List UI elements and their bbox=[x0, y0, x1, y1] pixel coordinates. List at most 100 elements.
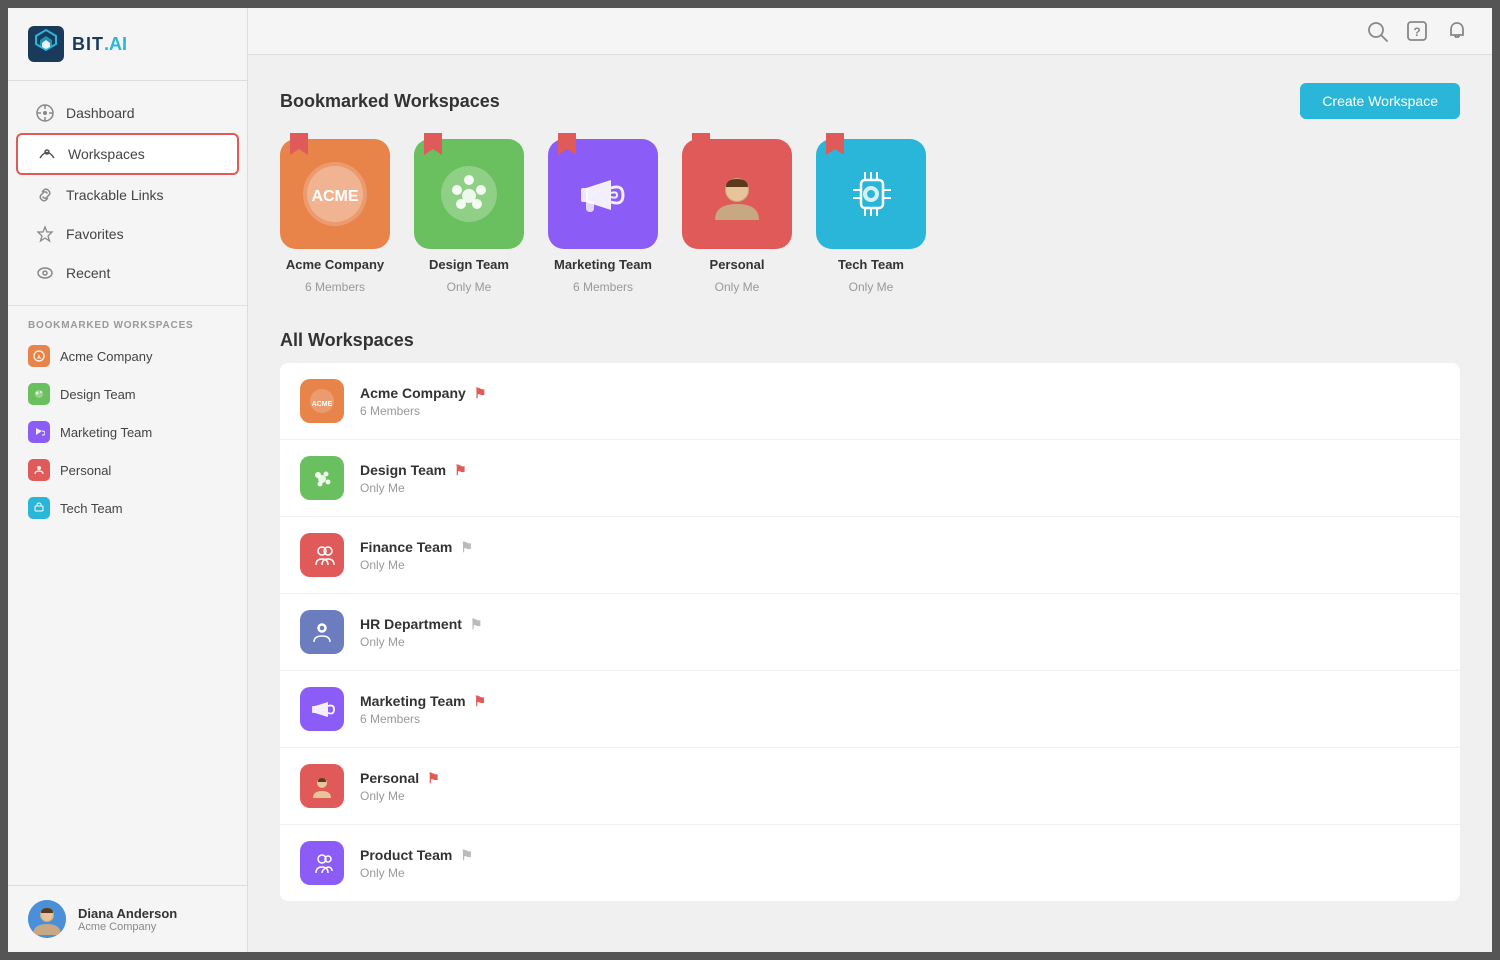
list-name-finance: Finance Team bbox=[360, 539, 452, 555]
bookmarked-title: Bookmarked Workspaces bbox=[280, 91, 500, 112]
card-design[interactable]: Design Team Only Me bbox=[414, 139, 524, 294]
list-name-hr: HR Department bbox=[360, 616, 462, 632]
list-item-design[interactable]: Design Team ⚑ Only Me bbox=[280, 440, 1460, 517]
card-design-icon bbox=[414, 139, 524, 249]
bookmarked-marketing-label: Marketing Team bbox=[60, 425, 152, 440]
sidebar-item-recent[interactable]: Recent bbox=[16, 254, 239, 292]
avatar-image bbox=[28, 900, 66, 938]
list-name-acme: Acme Company bbox=[360, 385, 466, 401]
sidebar-bookmarked-tech[interactable]: Tech Team bbox=[8, 489, 247, 527]
list-meta-finance: Only Me bbox=[360, 558, 1440, 572]
svg-text:?: ? bbox=[1413, 25, 1420, 39]
list-name-marketing: Marketing Team bbox=[360, 693, 466, 709]
card-tech-icon bbox=[816, 139, 926, 249]
bookmarked-section-title: BOOKMARKED WORKSPACES bbox=[8, 306, 247, 337]
sidebar-item-dashboard[interactable]: Dashboard bbox=[16, 94, 239, 132]
list-meta-product: Only Me bbox=[360, 866, 1440, 880]
list-icon-product bbox=[300, 841, 344, 885]
card-acme-meta: 6 Members bbox=[305, 280, 365, 294]
logo: BIT.AI bbox=[8, 8, 247, 81]
card-marketing-meta: 6 Members bbox=[573, 280, 633, 294]
list-item-acme[interactable]: ACME Acme Company ⚑ 6 Members bbox=[280, 363, 1460, 440]
acme-logo: ACME bbox=[300, 159, 370, 229]
workspaces-icon bbox=[38, 145, 56, 163]
list-meta-acme: 6 Members bbox=[360, 404, 1440, 418]
sidebar-item-favorites[interactable]: Favorites bbox=[16, 215, 239, 253]
workspace-content: Bookmarked Workspaces Create Workspace bbox=[248, 55, 1492, 929]
list-icon-marketing bbox=[300, 687, 344, 731]
sidebar-item-trackable-links[interactable]: Trackable Links bbox=[16, 176, 239, 214]
list-name-design: Design Team bbox=[360, 462, 446, 478]
list-name-product: Product Team bbox=[360, 847, 452, 863]
list-item-marketing[interactable]: Marketing Team ⚑ 6 Members bbox=[280, 671, 1460, 748]
bookmarked-personal-label: Personal bbox=[60, 463, 111, 478]
sidebar-item-workspaces[interactable]: Workspaces bbox=[16, 133, 239, 175]
personal-dot bbox=[28, 459, 50, 481]
bookmark-filled-design: ⚑ bbox=[454, 462, 467, 479]
card-marketing[interactable]: Marketing Team 6 Members bbox=[548, 139, 658, 294]
card-acme-icon: ACME bbox=[280, 139, 390, 249]
personal-avatar-icon bbox=[705, 162, 770, 227]
list-meta-hr: Only Me bbox=[360, 635, 1440, 649]
user-company: Acme Company bbox=[78, 921, 177, 933]
card-personal-meta: Only Me bbox=[715, 280, 760, 294]
create-workspace-button[interactable]: Create Workspace bbox=[1300, 83, 1460, 119]
card-personal-icon bbox=[682, 139, 792, 249]
tech-circuit-icon bbox=[839, 162, 904, 227]
bookmark-badge-tech bbox=[826, 133, 844, 155]
list-item-product[interactable]: Product Team ⚑ Only Me bbox=[280, 825, 1460, 901]
list-icon-finance bbox=[300, 533, 344, 577]
svg-text:ACME: ACME bbox=[311, 188, 358, 205]
acme-dot: A bbox=[28, 345, 50, 367]
list-name-personal: Personal bbox=[360, 770, 419, 786]
list-item-personal[interactable]: Personal ⚑ Only Me bbox=[280, 748, 1460, 825]
bookmark-empty-hr: ⚑ bbox=[470, 616, 483, 633]
bookmark-badge-design bbox=[424, 133, 442, 155]
user-profile[interactable]: Diana Anderson Acme Company bbox=[8, 885, 247, 952]
card-tech[interactable]: Tech Team Only Me bbox=[816, 139, 926, 294]
list-item-finance[interactable]: Finance Team ⚑ Only Me bbox=[280, 517, 1460, 594]
bookmark-filled-acme: ⚑ bbox=[474, 385, 487, 402]
sidebar-bookmarked-acme[interactable]: A Acme Company bbox=[8, 337, 247, 375]
card-personal[interactable]: Personal Only Me bbox=[682, 139, 792, 294]
search-icon[interactable] bbox=[1366, 20, 1388, 42]
help-icon[interactable]: ? bbox=[1406, 20, 1428, 42]
bookmarked-tech-label: Tech Team bbox=[60, 501, 123, 516]
svg-text:ACME: ACME bbox=[312, 401, 333, 408]
sidebar-navigation: Dashboard Workspaces Trackable Links bbox=[8, 81, 247, 306]
card-marketing-name: Marketing Team bbox=[554, 257, 652, 272]
card-design-meta: Only Me bbox=[447, 280, 492, 294]
card-design-name: Design Team bbox=[429, 257, 509, 272]
list-meta-personal: Only Me bbox=[360, 789, 1440, 803]
card-acme-name: Acme Company bbox=[286, 257, 384, 272]
bookmark-empty-finance: ⚑ bbox=[460, 539, 473, 556]
notification-icon[interactable] bbox=[1446, 20, 1468, 42]
logo-text-bit: BIT bbox=[72, 34, 104, 54]
bookmark-badge-marketing bbox=[558, 133, 576, 155]
top-bar: ? bbox=[248, 8, 1492, 55]
logo-text-ai: .AI bbox=[104, 34, 127, 54]
bookmark-filled-personal: ⚑ bbox=[427, 770, 440, 787]
bookmarked-workspaces-section: BOOKMARKED WORKSPACES A Acme Company Des… bbox=[8, 306, 247, 527]
sidebar-bookmarked-personal[interactable]: Personal bbox=[8, 451, 247, 489]
list-meta-design: Only Me bbox=[360, 481, 1440, 495]
card-personal-name: Personal bbox=[710, 257, 765, 272]
all-workspaces-list: ACME Acme Company ⚑ 6 Members bbox=[280, 363, 1460, 901]
sidebar-item-workspaces-label: Workspaces bbox=[68, 146, 145, 162]
sidebar-bookmarked-design[interactable]: Design Team bbox=[8, 375, 247, 413]
list-meta-marketing: 6 Members bbox=[360, 712, 1440, 726]
dashboard-icon bbox=[36, 104, 54, 122]
sidebar-item-favorites-label: Favorites bbox=[66, 226, 124, 242]
bookmark-badge-personal bbox=[692, 133, 710, 155]
bookmarked-header: Bookmarked Workspaces Create Workspace bbox=[280, 83, 1460, 119]
svg-text:A: A bbox=[37, 355, 41, 361]
sidebar-bookmarked-marketing[interactable]: Marketing Team bbox=[8, 413, 247, 451]
card-marketing-icon bbox=[548, 139, 658, 249]
sidebar: BIT.AI Dashboard bbox=[8, 8, 248, 952]
user-name: Diana Anderson bbox=[78, 906, 177, 921]
bookmarked-cards-row: ACME Acme Company 6 Members bbox=[280, 139, 1460, 294]
card-tech-name: Tech Team bbox=[838, 257, 904, 272]
list-item-hr[interactable]: HR Department ⚑ Only Me bbox=[280, 594, 1460, 671]
sidebar-item-trackable-links-label: Trackable Links bbox=[66, 187, 164, 203]
card-acme[interactable]: ACME Acme Company 6 Members bbox=[280, 139, 390, 294]
